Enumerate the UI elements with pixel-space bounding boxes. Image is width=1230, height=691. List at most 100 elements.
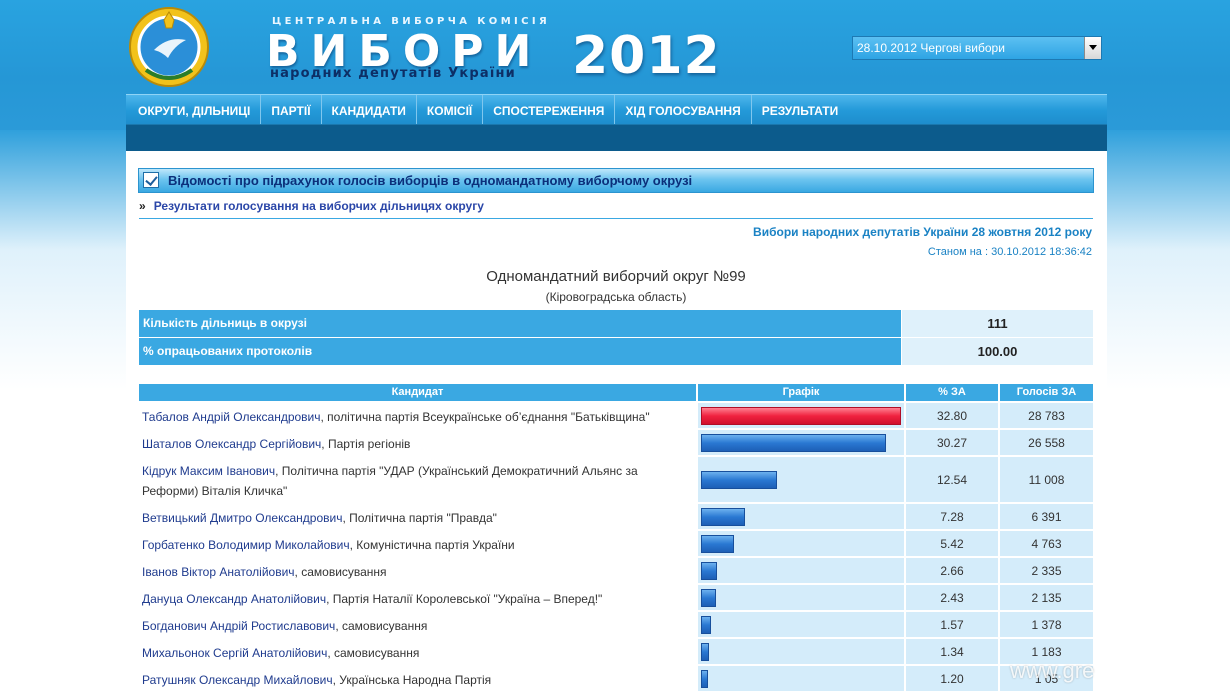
summary-value: 111 — [902, 310, 1093, 337]
watermark: www.gre — [1010, 658, 1095, 683]
candidate-party: , самовисування — [294, 565, 387, 579]
candidate-cell: Ветвицький Дмитро Олександрович, Політич… — [139, 504, 696, 529]
percent-cell: 1.57 — [906, 612, 998, 637]
vote-share-bar — [701, 561, 717, 580]
election-select-value: 28.10.2012 Чергові вибори — [857, 41, 1005, 55]
percent-cell: 5.42 — [906, 531, 998, 556]
candidate-cell: Шаталов Олександр Сергійович, Партія рег… — [139, 430, 696, 455]
graph-cell — [698, 403, 904, 428]
sub-nav-bar — [126, 124, 1107, 151]
results-body: Табалов Андрій Олександрович, політична … — [139, 403, 1093, 691]
votes-cell: 6 391 — [1000, 504, 1093, 529]
nav-item-voting-progress[interactable]: ХІД ГОЛОСУВАННЯ — [615, 95, 752, 125]
candidate-party: , самовисування — [327, 646, 420, 660]
header-votes[interactable]: Голосів ЗА — [1000, 384, 1093, 401]
candidate-cell: Дануца Олександр Анатолійович, Партія На… — [139, 585, 696, 610]
header-candidate[interactable]: Кандидат — [139, 384, 696, 401]
candidate-name-link[interactable]: Ратушняк Олександр Михайлович — [142, 673, 333, 687]
election-year: 2012 — [572, 26, 721, 86]
site-subtitle: народних депутатів України — [270, 66, 516, 81]
candidate-name-link[interactable]: Богданович Андрій Ростиславович — [142, 619, 335, 633]
votes-cell: 2 135 — [1000, 585, 1093, 610]
candidate-name-link[interactable]: Іванов Віктор Анатолійович — [142, 565, 295, 579]
graph-cell — [698, 666, 904, 691]
section-title-bar: Відомості про підрахунок голосів виборці… — [138, 168, 1094, 193]
section-title: Відомості про підрахунок голосів виборці… — [168, 173, 693, 188]
graph-cell — [698, 430, 904, 455]
votes-cell: 4 763 — [1000, 531, 1093, 556]
results-header: Кандидат Графік % ЗА Голосів ЗА — [139, 384, 1093, 401]
nav-item-results[interactable]: РЕЗУЛЬТАТИ — [752, 95, 849, 125]
table-row: Дануца Олександр Анатолійович, Партія На… — [139, 585, 1093, 610]
percent-cell: 2.43 — [906, 585, 998, 610]
candidate-name-link[interactable]: Ветвицький Дмитро Олександрович — [142, 511, 342, 525]
graph-cell — [698, 504, 904, 529]
as-of-timestamp: Станом на : 30.10.2012 18:36:42 — [927, 246, 1092, 258]
candidate-name-link[interactable]: Табалов Андрій Олександрович — [142, 410, 321, 424]
summary-label: % опрацьованих протоколів — [139, 338, 901, 365]
candidate-name-link[interactable]: Кідрук Максим Іванович — [142, 464, 275, 478]
chevron-down-icon — [1089, 45, 1097, 50]
district-title: Одномандатний виборчий округ №99 — [486, 268, 746, 285]
vote-share-bar — [701, 534, 734, 553]
votes-cell: 1 378 — [1000, 612, 1093, 637]
graph-cell — [698, 457, 904, 502]
graph-cell — [698, 558, 904, 583]
graph-cell — [698, 531, 904, 556]
nav-item-candidates[interactable]: КАНДИДАТИ — [322, 95, 417, 125]
candidate-party: , Політична партія "Правда" — [342, 511, 497, 525]
candidate-cell: Іванов Віктор Анатолійович, самовисуванн… — [139, 558, 696, 583]
candidate-party: , Комуністична партія України — [349, 538, 515, 552]
header-percent[interactable]: % ЗА — [906, 384, 998, 401]
table-row: Шаталов Олександр Сергійович, Партія рег… — [139, 430, 1093, 455]
candidate-party: , Партія Наталії Королевської "Україна –… — [326, 592, 603, 606]
polling-stations-results-link[interactable]: Результати голосування на виборчих дільн… — [154, 199, 484, 213]
cvk-emblem-logo[interactable] — [128, 6, 210, 88]
results-table: Кандидат Графік % ЗА Голосів ЗА Табалов … — [139, 384, 1093, 691]
vote-share-bar — [701, 642, 709, 661]
table-row: Богданович Андрій Ростиславович, самовис… — [139, 612, 1093, 637]
nav-item-parties[interactable]: ПАРТІЇ — [261, 95, 322, 125]
votes-cell: 11 008 — [1000, 457, 1093, 502]
nav-item-districts[interactable]: ОКРУГИ, ДІЛЬНИЦІ — [126, 95, 262, 125]
percent-cell: 1.34 — [906, 639, 998, 664]
votes-cell: 28 783 — [1000, 403, 1093, 428]
percent-cell: 7.28 — [906, 504, 998, 529]
votes-cell: 2 335 — [1000, 558, 1093, 583]
election-name: Вибори народних депутатів України 28 жов… — [753, 225, 1092, 239]
candidate-name-link[interactable]: Шаталов Олександр Сергійович — [142, 437, 321, 451]
nav-item-observation[interactable]: СПОСТЕРЕЖЕННЯ — [483, 95, 616, 125]
election-select[interactable]: 28.10.2012 Чергові вибори — [852, 36, 1102, 60]
dropdown-button[interactable] — [1084, 37, 1101, 59]
divider — [139, 218, 1093, 219]
summary-value: 100.00 — [902, 338, 1093, 365]
candidate-cell: Михальонок Сергій Анатолійович, самовису… — [139, 639, 696, 664]
candidate-name-link[interactable]: Горбатенко Володимир Миколайович — [142, 538, 350, 552]
candidate-party: , Партія регіонів — [321, 437, 411, 451]
candidate-name-link[interactable]: Михальонок Сергій Анатолійович — [142, 646, 327, 660]
summary-table: Кількість дільниць в окрузі 111 % опраць… — [139, 310, 1093, 366]
candidate-cell: Богданович Андрій Ростиславович, самовис… — [139, 612, 696, 637]
table-row: Табалов Андрій Олександрович, політична … — [139, 403, 1093, 428]
nav-item-commissions[interactable]: КОМІСІЇ — [417, 95, 484, 125]
header-graph: Графік — [698, 384, 904, 401]
percent-cell: 1.20 — [906, 666, 998, 691]
candidate-party: , самовисування — [335, 619, 428, 633]
summary-row: % опрацьованих протоколів 100.00 — [139, 338, 1093, 365]
candidate-party: , політична партія Всеукраїнське об’єдна… — [320, 410, 650, 424]
table-row: Ветвицький Дмитро Олександрович, Політич… — [139, 504, 1093, 529]
candidate-name-link[interactable]: Дануца Олександр Анатолійович — [142, 592, 326, 606]
candidate-cell: Кідрук Максим Іванович, Політична партія… — [139, 457, 696, 502]
table-row: Горбатенко Володимир Миколайович, Комуні… — [139, 531, 1093, 556]
vote-share-bar — [701, 507, 745, 526]
graph-cell — [698, 639, 904, 664]
percent-cell: 32.80 — [906, 403, 998, 428]
vote-share-bar — [701, 615, 711, 634]
percent-cell: 2.66 — [906, 558, 998, 583]
table-row: Михальонок Сергій Анатолійович, самовису… — [139, 639, 1093, 664]
votes-cell: 26 558 — [1000, 430, 1093, 455]
candidate-cell: Горбатенко Володимир Миколайович, Комуні… — [139, 531, 696, 556]
table-row: Іванов Віктор Анатолійович, самовисуванн… — [139, 558, 1093, 583]
graph-cell — [698, 585, 904, 610]
graph-cell — [698, 612, 904, 637]
